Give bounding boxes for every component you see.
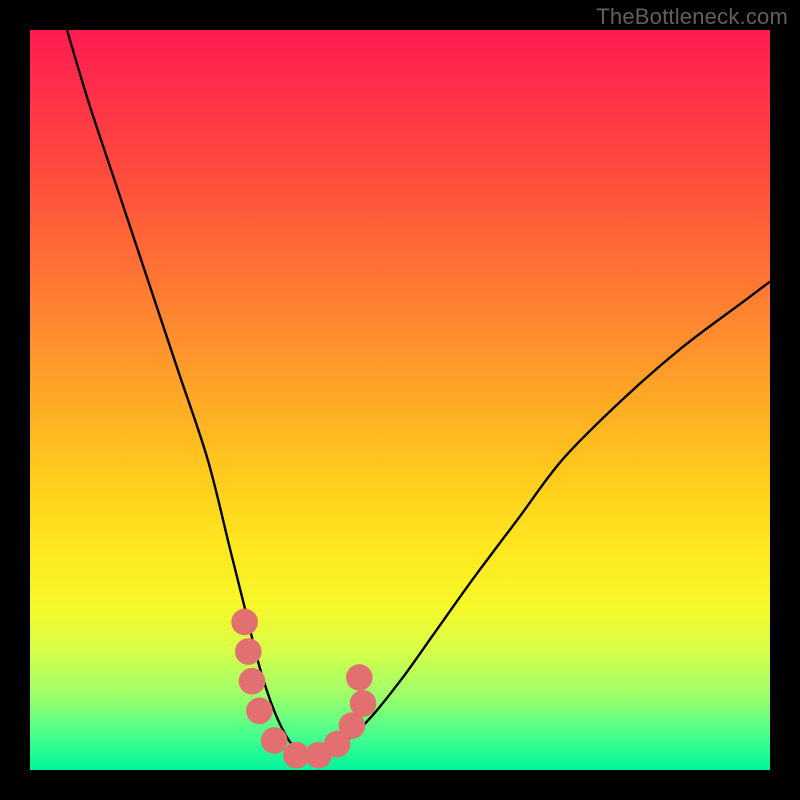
plot-area xyxy=(30,30,770,770)
curve-line xyxy=(67,30,770,758)
curve-marker xyxy=(231,609,258,636)
curve-marker xyxy=(246,697,273,724)
curve-marker xyxy=(346,664,373,691)
curve-marker xyxy=(235,638,262,665)
chart-stage: TheBottleneck.com xyxy=(0,0,800,800)
curve-markers xyxy=(231,609,376,769)
curve-marker xyxy=(239,668,266,695)
watermark: TheBottleneck.com xyxy=(596,4,788,30)
curve-marker xyxy=(350,690,377,717)
curve-marker xyxy=(261,727,288,754)
bottleneck-curve xyxy=(30,30,770,770)
